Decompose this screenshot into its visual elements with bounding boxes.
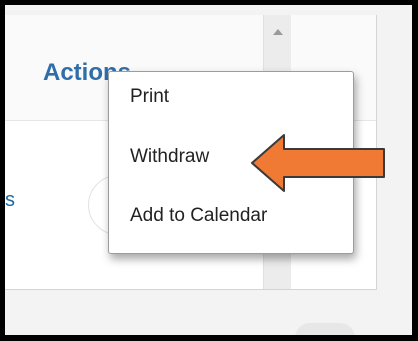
menu-item-print[interactable]: Print bbox=[130, 86, 169, 108]
menu-item-withdraw[interactable]: Withdraw bbox=[130, 146, 209, 168]
screenshot-frame: Actions s Print Withdraw Add to Calendar bbox=[5, 5, 412, 335]
cutoff-text: s bbox=[5, 189, 15, 211]
left-arrow-icon bbox=[251, 134, 385, 192]
scroll-up-button[interactable] bbox=[264, 23, 292, 41]
menu-item-add-to-calendar[interactable]: Add to Calendar bbox=[130, 205, 267, 227]
chevron-up-icon bbox=[273, 29, 283, 35]
background-shape bbox=[295, 323, 355, 335]
